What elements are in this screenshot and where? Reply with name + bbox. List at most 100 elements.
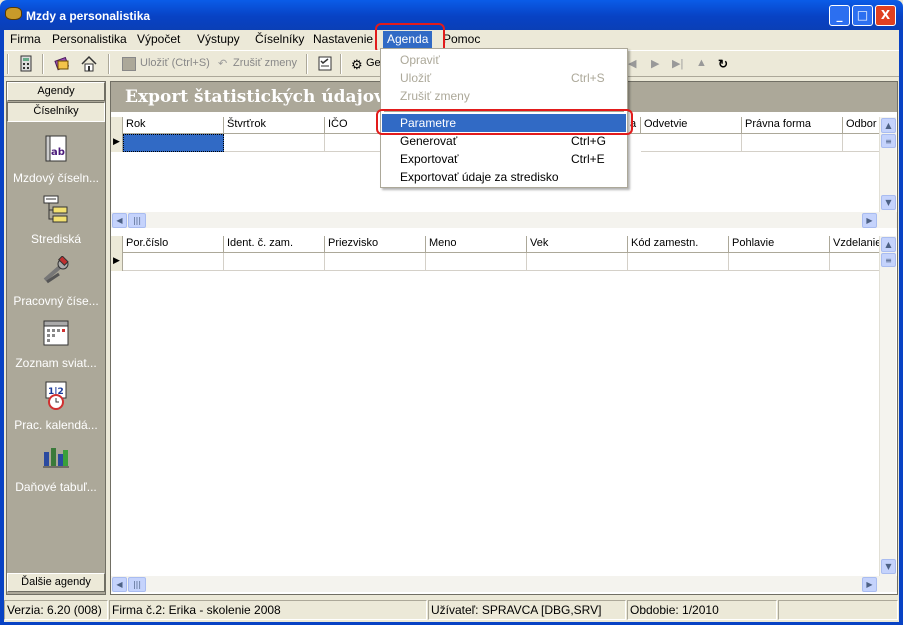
- calendar-icon[interactable]: [41, 318, 71, 348]
- column-header-meno[interactable]: Meno: [426, 236, 527, 253]
- column-header-rok[interactable]: Rok: [123, 117, 224, 134]
- generate-icon: ⚙: [351, 57, 363, 72]
- scroll-right-icon[interactable]: ▶: [862, 577, 877, 592]
- cancel-changes-button[interactable]: Zrušiť zmeny: [233, 57, 297, 69]
- toolbar-grip: [7, 54, 9, 74]
- scroll-thumb[interactable]: |||: [128, 213, 146, 228]
- toolbar-separator: [108, 54, 110, 74]
- table-cell[interactable]: [843, 134, 881, 152]
- scroll-left-icon[interactable]: ◀: [112, 213, 127, 228]
- toolbar-separator: [340, 54, 342, 74]
- column-header-pravna-forma[interactable]: Právna forma: [742, 117, 843, 134]
- home-icon[interactable]: [81, 55, 97, 72]
- sidebar-tab-ciselniky[interactable]: Číselníky: [7, 102, 105, 122]
- menu-pomoc[interactable]: Pomoc: [443, 32, 480, 46]
- nav-prev-icon[interactable]: ◀: [628, 57, 636, 70]
- sidebar-tab-agendy[interactable]: Agendy: [7, 82, 105, 101]
- scroll-left-icon[interactable]: ◀: [112, 577, 127, 592]
- menu-firma[interactable]: Firma: [10, 32, 41, 46]
- column-header-odvetvie[interactable]: Odvetvie: [641, 117, 742, 134]
- column-header-kod-zamestn[interactable]: Kód zamestn.: [628, 236, 729, 253]
- table-cell[interactable]: [830, 253, 881, 271]
- books-icon[interactable]: [54, 55, 70, 72]
- menu-item-exportovat-za-stredisko[interactable]: Exportovať údaje za stredisko: [382, 168, 626, 186]
- book-icon[interactable]: ab: [41, 133, 71, 163]
- menu-personalistika[interactable]: Personalistika: [52, 32, 127, 46]
- column-header-stvrtrok[interactable]: Štvrťrok: [224, 117, 325, 134]
- table-cell[interactable]: [628, 253, 729, 271]
- table-cell[interactable]: [224, 253, 325, 271]
- sidebar-item-zoznam-sviatkov[interactable]: Zoznam sviat...: [7, 356, 105, 370]
- window-frame-left: [0, 30, 4, 625]
- column-header-priezvisko[interactable]: Priezvisko: [325, 236, 426, 253]
- org-chart-icon[interactable]: [41, 194, 71, 224]
- minimize-button[interactable]: _: [829, 5, 850, 26]
- window-title: Mzdy a personalistika: [26, 9, 151, 23]
- sidebar-item-mzdovy-ciselnik[interactable]: Mzdový číseln...: [7, 171, 105, 185]
- table-cell[interactable]: [742, 134, 843, 152]
- scroll-down-icon[interactable]: ▼: [881, 559, 896, 574]
- calendar-clock-icon[interactable]: 1|2: [41, 380, 71, 410]
- scroll-thumb[interactable]: ≡: [881, 253, 896, 267]
- scroll-right-icon[interactable]: ▶: [862, 213, 877, 228]
- checklist-icon[interactable]: [317, 55, 333, 72]
- menu-vypocet[interactable]: Výpočet: [137, 32, 180, 46]
- column-header-vek[interactable]: Vek: [527, 236, 628, 253]
- sidebar-item-strediska[interactable]: Strediská: [7, 232, 105, 246]
- table-cell[interactable]: [426, 253, 527, 271]
- menu-item-exportovat[interactable]: Exportovať Ctrl+E: [382, 150, 626, 168]
- scroll-thumb[interactable]: |||: [128, 577, 146, 592]
- table-cell[interactable]: [527, 253, 628, 271]
- undo-icon: ↶: [218, 58, 228, 70]
- close-button[interactable]: X: [875, 5, 896, 26]
- sidebar-item-pracovny-ciselnik[interactable]: Pracovný číse...: [7, 294, 105, 308]
- status-user: Užívateľ: SPRAVCA [DBG,SRV]: [428, 600, 626, 620]
- scroll-down-icon[interactable]: ▼: [881, 195, 896, 210]
- column-header-ident-zam[interactable]: Ident. č. zam.: [224, 236, 325, 253]
- menu-nastavenie[interactable]: Nastavenie: [313, 32, 373, 46]
- table-cell[interactable]: [123, 253, 224, 271]
- generate-button[interactable]: Ge: [366, 57, 381, 69]
- menu-item-opravit[interactable]: Opraviť: [382, 51, 626, 69]
- sidebar-item-prac-kalendar[interactable]: Prac. kalendá...: [7, 418, 105, 432]
- table-cell[interactable]: [224, 134, 325, 152]
- horizontal-scrollbar[interactable]: ◀ ||| ▶: [111, 212, 897, 228]
- horizontal-scrollbar[interactable]: ◀ ||| ▶: [111, 576, 897, 592]
- sidebar-tab-dalsie-agendy[interactable]: Ďalšie agendy: [7, 573, 105, 592]
- column-header-vzdelanie[interactable]: Vzdelanie: [830, 236, 881, 253]
- status-period: Obdobie: 1/2010: [627, 600, 777, 620]
- selected-cell[interactable]: [123, 134, 224, 152]
- menu-item-ulozit[interactable]: Uložiť Ctrl+S: [382, 69, 626, 87]
- toolbar-separator: [42, 54, 44, 74]
- table-cell[interactable]: [729, 253, 830, 271]
- chart-icon[interactable]: [41, 442, 71, 472]
- scroll-up-icon[interactable]: ▲: [881, 237, 896, 252]
- nav-next-icon[interactable]: ▶: [651, 57, 659, 70]
- nav-last-icon[interactable]: ▶|: [672, 57, 683, 70]
- vertical-scrollbar[interactable]: ▲ ≡ ▼: [879, 236, 896, 576]
- menu-vystupy[interactable]: Výstupy: [197, 32, 240, 46]
- scroll-thumb[interactable]: ≡: [881, 134, 896, 148]
- calculator-icon[interactable]: [18, 55, 34, 72]
- tools-icon[interactable]: [41, 256, 71, 286]
- scroll-up-icon[interactable]: ▲: [881, 118, 896, 133]
- refresh-icon[interactable]: ↻: [718, 57, 728, 71]
- maximize-button[interactable]: □: [852, 5, 873, 26]
- app-icon: [5, 7, 22, 20]
- menu-ciselniky[interactable]: Číselníky: [255, 32, 304, 46]
- current-row-arrow-icon: ▶: [113, 256, 120, 266]
- menu-item-zrusit-zmeny[interactable]: Zrušiť zmeny: [382, 87, 626, 105]
- status-empty: [778, 600, 898, 620]
- table-cell[interactable]: [641, 134, 742, 152]
- column-header-pohlavie[interactable]: Pohlavie: [729, 236, 830, 253]
- column-header-por-cislo[interactable]: Por.číslo: [123, 236, 224, 253]
- nav-up-icon[interactable]: ▲: [696, 57, 707, 69]
- sidebar-item-danove-tabulky[interactable]: Daňové tabuľ...: [7, 480, 105, 494]
- employee-grid[interactable]: Por.číslo Ident. č. zam. Priezvisko Meno…: [111, 236, 881, 576]
- table-cell[interactable]: [325, 253, 426, 271]
- vertical-scrollbar[interactable]: ▲ ≡ ▼: [879, 117, 896, 212]
- current-row-arrow-icon: ▶: [113, 137, 120, 147]
- save-button[interactable]: Uložiť (Ctrl+S): [140, 57, 210, 69]
- title-bar[interactable]: Mzdy a personalistika _ □ X: [0, 0, 903, 30]
- column-header-odbor[interactable]: Odbor: [843, 117, 881, 134]
